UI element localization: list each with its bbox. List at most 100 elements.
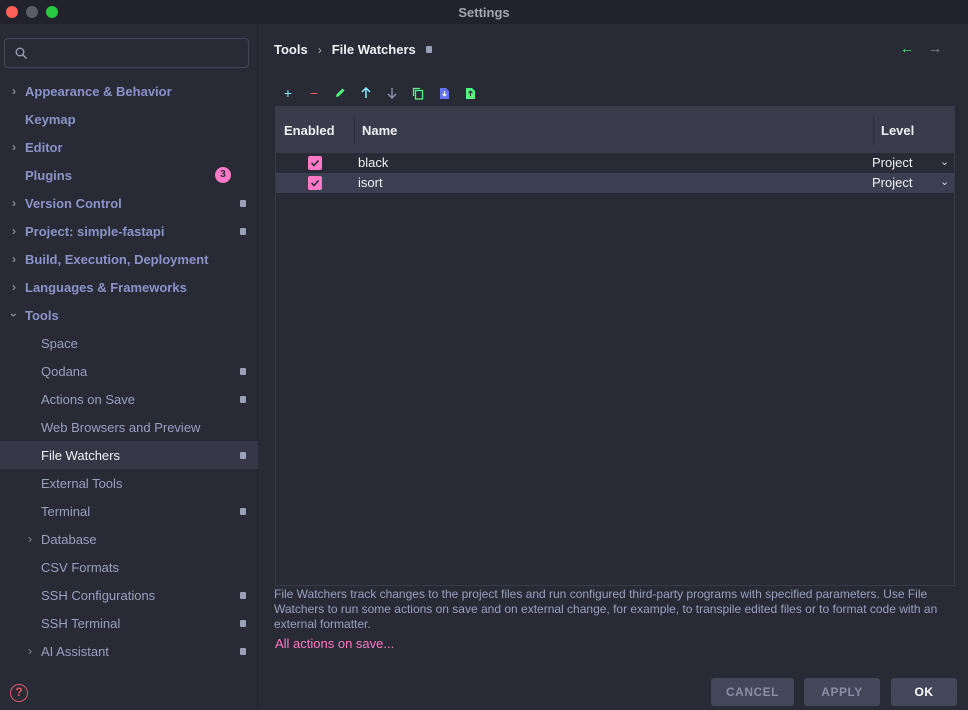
chevron-down-icon[interactable]: ⌄ xyxy=(940,155,949,168)
sidebar-item-label: SSH Configurations xyxy=(41,587,156,603)
watcher-name: black xyxy=(358,155,389,170)
sidebar-item-keymap[interactable]: Keymap xyxy=(0,105,258,133)
sidebar-item-label: Appearance & Behavior xyxy=(25,83,172,99)
enabled-checkbox[interactable] xyxy=(308,156,322,170)
column-header-name[interactable]: Name xyxy=(362,123,397,138)
minimize-window-button[interactable] xyxy=(26,6,38,18)
sidebar-item-label: Editor xyxy=(25,139,63,155)
move-down-icon[interactable] xyxy=(385,86,399,100)
sidebar-item-terminal[interactable]: Terminal xyxy=(0,497,258,525)
maximize-window-button[interactable] xyxy=(46,6,58,18)
remove-icon[interactable]: − xyxy=(307,85,321,101)
help-icon[interactable]: ? xyxy=(10,684,28,702)
project-scope-icon xyxy=(240,619,246,627)
add-icon[interactable]: + xyxy=(281,85,295,101)
search-icon xyxy=(15,47,27,59)
chevron-down-icon[interactable]: › xyxy=(7,310,21,320)
chevron-right-icon[interactable]: › xyxy=(9,196,19,210)
sidebar-item-qodana[interactable]: Qodana xyxy=(0,357,258,385)
sidebar-item-label: Plugins xyxy=(25,167,72,183)
table-row[interactable]: black Project ⌄ xyxy=(276,153,954,173)
sidebar-item-label: Version Control xyxy=(25,195,122,211)
breadcrumb: Tools › File Watchers xyxy=(274,42,432,57)
sidebar-item-database[interactable]: › Database xyxy=(0,525,258,553)
sidebar-item-ai-assistant[interactable]: › AI Assistant xyxy=(0,637,258,665)
column-divider xyxy=(354,115,355,145)
breadcrumb-current: File Watchers xyxy=(331,42,416,57)
watcher-level[interactable]: Project xyxy=(872,155,912,170)
sidebar-item-label: Terminal xyxy=(41,503,91,519)
chevron-right-icon[interactable]: › xyxy=(9,140,19,154)
cancel-button[interactable]: CANCEL xyxy=(711,678,794,706)
chevron-right-icon[interactable]: › xyxy=(9,252,19,266)
sidebar-item-label: Tools xyxy=(25,307,59,323)
import-icon[interactable] xyxy=(437,86,451,100)
watcher-name: isort xyxy=(358,175,383,190)
sidebar-item-file-watchers[interactable]: File Watchers xyxy=(0,441,258,469)
breadcrumb-separator: › xyxy=(317,42,322,57)
breadcrumb-parent[interactable]: Tools xyxy=(274,42,308,57)
project-scope-icon xyxy=(425,46,432,53)
column-header-enabled[interactable]: Enabled xyxy=(284,123,335,138)
all-actions-on-save-link[interactable]: All actions on save... xyxy=(275,636,394,651)
search-box[interactable] xyxy=(4,38,249,68)
sidebar-item-external-tools[interactable]: External Tools xyxy=(0,469,258,497)
settings-tree: › Appearance & Behavior Keymap › Editor … xyxy=(0,77,258,665)
copy-icon[interactable] xyxy=(411,86,425,100)
chevron-down-icon[interactable]: ⌄ xyxy=(940,175,949,188)
search-input[interactable] xyxy=(34,45,234,61)
table-row[interactable]: isort Project ⌄ xyxy=(276,173,954,193)
sidebar-item-ssh-terminal[interactable]: SSH Terminal xyxy=(0,609,258,637)
sidebar-item-languages-frameworks[interactable]: › Languages & Frameworks xyxy=(0,273,258,301)
sidebar-item-label: AI Assistant xyxy=(41,643,109,659)
navigation-arrows: ← → xyxy=(900,40,942,56)
apply-button[interactable]: APPLY xyxy=(804,678,880,706)
chevron-right-icon[interactable]: › xyxy=(25,644,35,658)
sidebar-item-web-browsers[interactable]: Web Browsers and Preview xyxy=(0,413,258,441)
sidebar-item-label: SSH Terminal xyxy=(41,615,121,631)
sidebar-item-label: Build, Execution, Deployment xyxy=(25,251,209,267)
move-up-icon[interactable] xyxy=(359,86,373,100)
edit-icon[interactable] xyxy=(333,86,347,100)
sidebar-item-appearance-behavior[interactable]: › Appearance & Behavior xyxy=(0,77,258,105)
sidebar-item-csv-formats[interactable]: CSV Formats xyxy=(0,553,258,581)
sidebar-item-label: External Tools xyxy=(41,475,123,491)
project-scope-icon xyxy=(240,591,246,599)
forward-arrow-icon[interactable]: → xyxy=(928,40,942,56)
main-panel: Tools › File Watchers ← → + − Enabled Na… xyxy=(259,24,968,710)
sidebar-item-project[interactable]: › Project: simple-fastapi xyxy=(0,217,258,245)
watchers-toolbar: + − xyxy=(275,80,955,106)
sidebar-item-version-control[interactable]: › Version Control xyxy=(0,189,258,217)
sidebar-item-label: Actions on Save xyxy=(41,391,135,407)
table-header: Enabled Name Level xyxy=(276,107,954,153)
sidebar-item-label: CSV Formats xyxy=(41,559,120,575)
chevron-right-icon[interactable]: › xyxy=(9,84,19,98)
back-arrow-icon[interactable]: ← xyxy=(900,40,914,56)
project-scope-icon xyxy=(240,451,246,459)
enabled-checkbox[interactable] xyxy=(308,176,322,190)
project-scope-icon xyxy=(240,199,246,207)
chevron-right-icon[interactable]: › xyxy=(9,224,19,238)
column-header-level[interactable]: Level xyxy=(881,123,914,138)
sidebar-item-tools[interactable]: › Tools xyxy=(0,301,258,329)
sidebar-item-label: File Watchers xyxy=(41,447,120,463)
sidebar-item-build-execution-deployment[interactable]: › Build, Execution, Deployment xyxy=(0,245,258,273)
sidebar-item-label: Project: simple-fastapi xyxy=(25,223,165,239)
chevron-right-icon[interactable]: › xyxy=(25,532,35,546)
sidebar-item-label: Languages & Frameworks xyxy=(25,279,187,295)
sidebar-item-label: Database xyxy=(41,531,97,547)
window-controls xyxy=(6,6,58,18)
chevron-right-icon[interactable]: › xyxy=(9,280,19,294)
sidebar-item-space[interactable]: Space xyxy=(0,329,258,357)
export-icon[interactable] xyxy=(463,86,477,100)
close-window-button[interactable] xyxy=(6,6,18,18)
sidebar-item-ssh-configurations[interactable]: SSH Configurations xyxy=(0,581,258,609)
ok-button[interactable]: OK xyxy=(891,678,957,706)
project-scope-icon xyxy=(240,647,246,655)
file-watchers-table: Enabled Name Level black Project ⌄ isort… xyxy=(275,106,955,586)
sidebar-item-plugins[interactable]: Plugins 3 xyxy=(0,161,258,189)
sidebar-item-actions-on-save[interactable]: Actions on Save xyxy=(0,385,258,413)
description-text: File Watchers track changes to the proje… xyxy=(274,587,938,631)
watcher-level[interactable]: Project xyxy=(872,175,912,190)
sidebar-item-editor[interactable]: › Editor xyxy=(0,133,258,161)
